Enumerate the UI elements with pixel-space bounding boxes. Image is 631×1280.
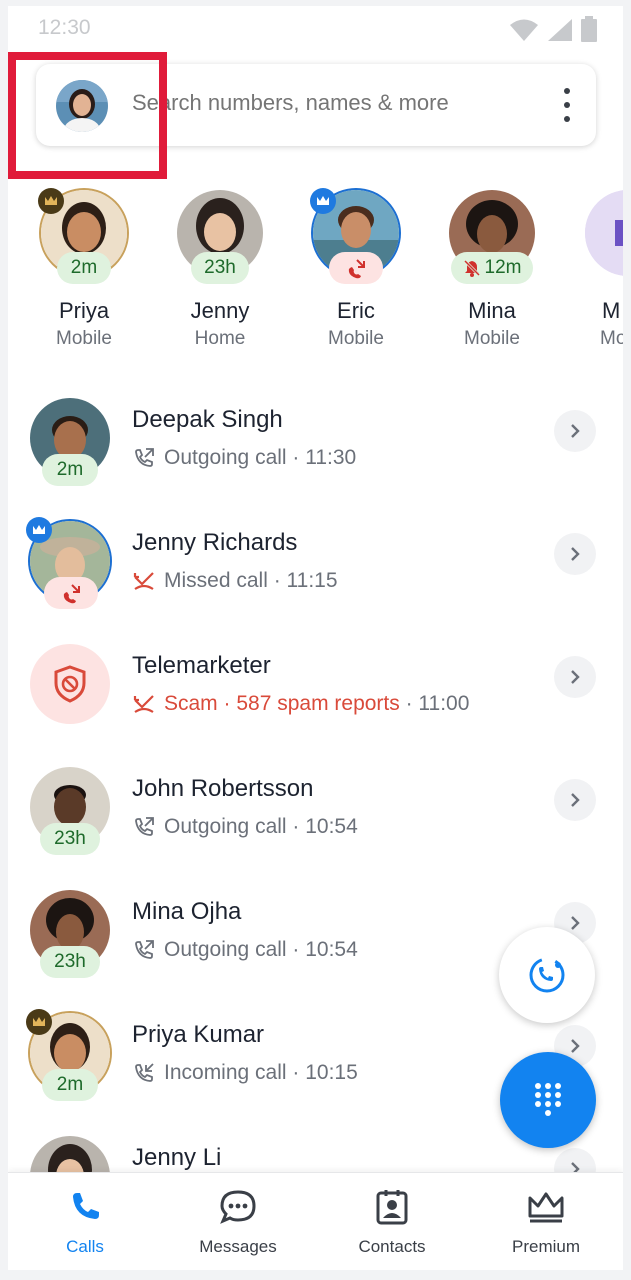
gold-crown-icon <box>26 1009 52 1035</box>
contact-name: Telemarketer <box>132 652 271 679</box>
call-duration-badge: 2m <box>42 454 98 486</box>
call-row[interactable]: 23h John Robertsson Outgoing call · 10:5… <box>8 763 623 886</box>
call-details-button[interactable] <box>554 410 596 452</box>
favorite-number-type: Mobile <box>464 328 520 349</box>
call-detail-text: Incoming call · 10:15 <box>164 1061 358 1084</box>
call-duration-badge: 12m <box>451 252 533 284</box>
call-detail-text: Missed call · 11:15 <box>164 569 338 592</box>
blue-crown-icon <box>310 188 336 214</box>
muted-bell-icon <box>463 259 480 277</box>
more-options-icon[interactable] <box>560 88 574 122</box>
contact-name: Mina Ojha <box>132 898 242 925</box>
outgoing-call-icon <box>135 940 154 959</box>
call-detail: Outgoing call · 10:54 <box>132 815 358 839</box>
favorite-name: Eric <box>337 298 375 323</box>
search-input[interactable] <box>132 90 532 116</box>
tab-contacts[interactable]: Contacts <box>322 1187 462 1257</box>
wifi-icon <box>510 19 538 41</box>
contact-name: Deepak Singh <box>132 406 283 433</box>
tab-label: Calls <box>66 1237 104 1256</box>
chevron-right-icon <box>571 916 580 930</box>
contact-name: John Robertsson <box>132 775 314 802</box>
chevron-right-icon <box>571 1039 580 1053</box>
chevron-right-icon <box>571 793 580 807</box>
contact-name: Jenny Richards <box>132 529 298 556</box>
app-screen: 12:30 2m Priya Mobile <box>8 6 623 1270</box>
favorite-number-type: Mobile <box>56 328 112 349</box>
call-duration-badge: 23h <box>191 252 249 284</box>
spam-report-text: Scam · 587 spam reports <box>164 692 400 715</box>
call-duration-badge: 23h <box>40 946 100 978</box>
call-detail: Outgoing call · 11:30 <box>132 446 356 470</box>
contact-card-icon <box>376 1190 408 1225</box>
favorite-name: M <box>602 298 621 323</box>
call-details-button[interactable] <box>554 779 596 821</box>
spam-avatar <box>30 644 110 724</box>
battery-icon <box>581 16 597 42</box>
tab-messages[interactable]: Messages <box>168 1187 308 1257</box>
crown-icon <box>528 1192 564 1223</box>
call-duration-badge: 2m <box>57 252 111 284</box>
call-detail-text: Outgoing call · 10:54 <box>164 938 358 961</box>
contact-name: Jenny Li <box>132 1144 222 1171</box>
tab-label: Premium <box>511 1237 580 1256</box>
favorite-name: Mina <box>468 298 516 323</box>
bottom-navigation: Calls Messages Contacts Premium <box>8 1172 623 1270</box>
missed-call-icon <box>133 695 154 713</box>
favorite-number-type: Mo <box>600 328 623 349</box>
gold-crown-icon <box>38 188 64 214</box>
call-details-button[interactable] <box>554 533 596 575</box>
contact-name: Priya Kumar <box>132 1021 265 1048</box>
chevron-right-icon <box>571 670 580 684</box>
call-duration-badge: 23h <box>40 823 100 855</box>
outgoing-call-icon <box>135 817 154 836</box>
call-detail: Outgoing call · 10:54 <box>132 938 358 962</box>
call-details-button[interactable] <box>554 656 596 698</box>
favorite-number-type: Home <box>194 328 246 349</box>
call-detail: Incoming call · 10:15 <box>132 1061 358 1085</box>
dialpad-icon <box>535 1083 561 1116</box>
tab-premium[interactable]: Premium <box>476 1187 616 1257</box>
tab-label: Contacts <box>358 1237 426 1256</box>
tab-label: Messages <box>199 1237 277 1256</box>
call-detail-text: Outgoing call · 11:30 <box>164 446 357 469</box>
avatar <box>585 190 623 276</box>
chevron-right-icon <box>571 424 580 438</box>
status-time: 12:30 <box>38 16 91 39</box>
favorite-name: Jenny <box>190 298 250 323</box>
missed-call-icon <box>133 572 154 590</box>
call-time-text: · 11:00 <box>399 692 470 715</box>
favorites-row: 2m Priya Mobile 23h Jenny Home Eric Mobi… <box>8 186 623 361</box>
video-call-fab[interactable] <box>499 927 595 1023</box>
missed-call-badge <box>329 252 383 284</box>
call-duration-badge: 2m <box>42 1069 98 1101</box>
call-detail: Missed call · 11:15 <box>132 569 338 593</box>
call-detail-text: Outgoing call · 10:54 <box>164 815 358 838</box>
dialpad-fab[interactable] <box>500 1052 596 1148</box>
outgoing-call-icon <box>135 448 154 467</box>
status-bar: 12:30 <box>8 6 623 52</box>
call-duration-text: 12m <box>484 257 522 278</box>
chat-bubble-icon <box>220 1190 256 1224</box>
status-icons <box>509 16 597 42</box>
phone-icon <box>73 1193 99 1219</box>
favorite-number-type: Mobile <box>328 328 384 349</box>
chevron-right-icon <box>571 547 580 561</box>
highlight-annotation <box>8 52 167 179</box>
tab-calls[interactable]: Calls <box>15 1187 155 1257</box>
missed-call-icon <box>348 259 365 279</box>
missed-call-badge <box>44 577 98 609</box>
favorite-name: Priya <box>58 298 110 323</box>
call-sync-icon <box>529 957 565 993</box>
incoming-call-icon <box>135 1063 154 1082</box>
call-row[interactable]: Telemarketer Scam · 587 spam reports · 1… <box>8 640 623 763</box>
call-detail: Scam · 587 spam reports · 11:00 <box>132 692 469 716</box>
call-row[interactable]: Jenny Richards Missed call · 11:15 <box>8 517 623 640</box>
call-row[interactable]: 2m Deepak Singh Outgoing call · 11:30 <box>8 394 623 517</box>
shield-block-icon <box>54 665 86 703</box>
signal-icon <box>548 19 572 41</box>
missed-call-icon <box>63 584 80 604</box>
blue-crown-icon <box>26 517 52 543</box>
